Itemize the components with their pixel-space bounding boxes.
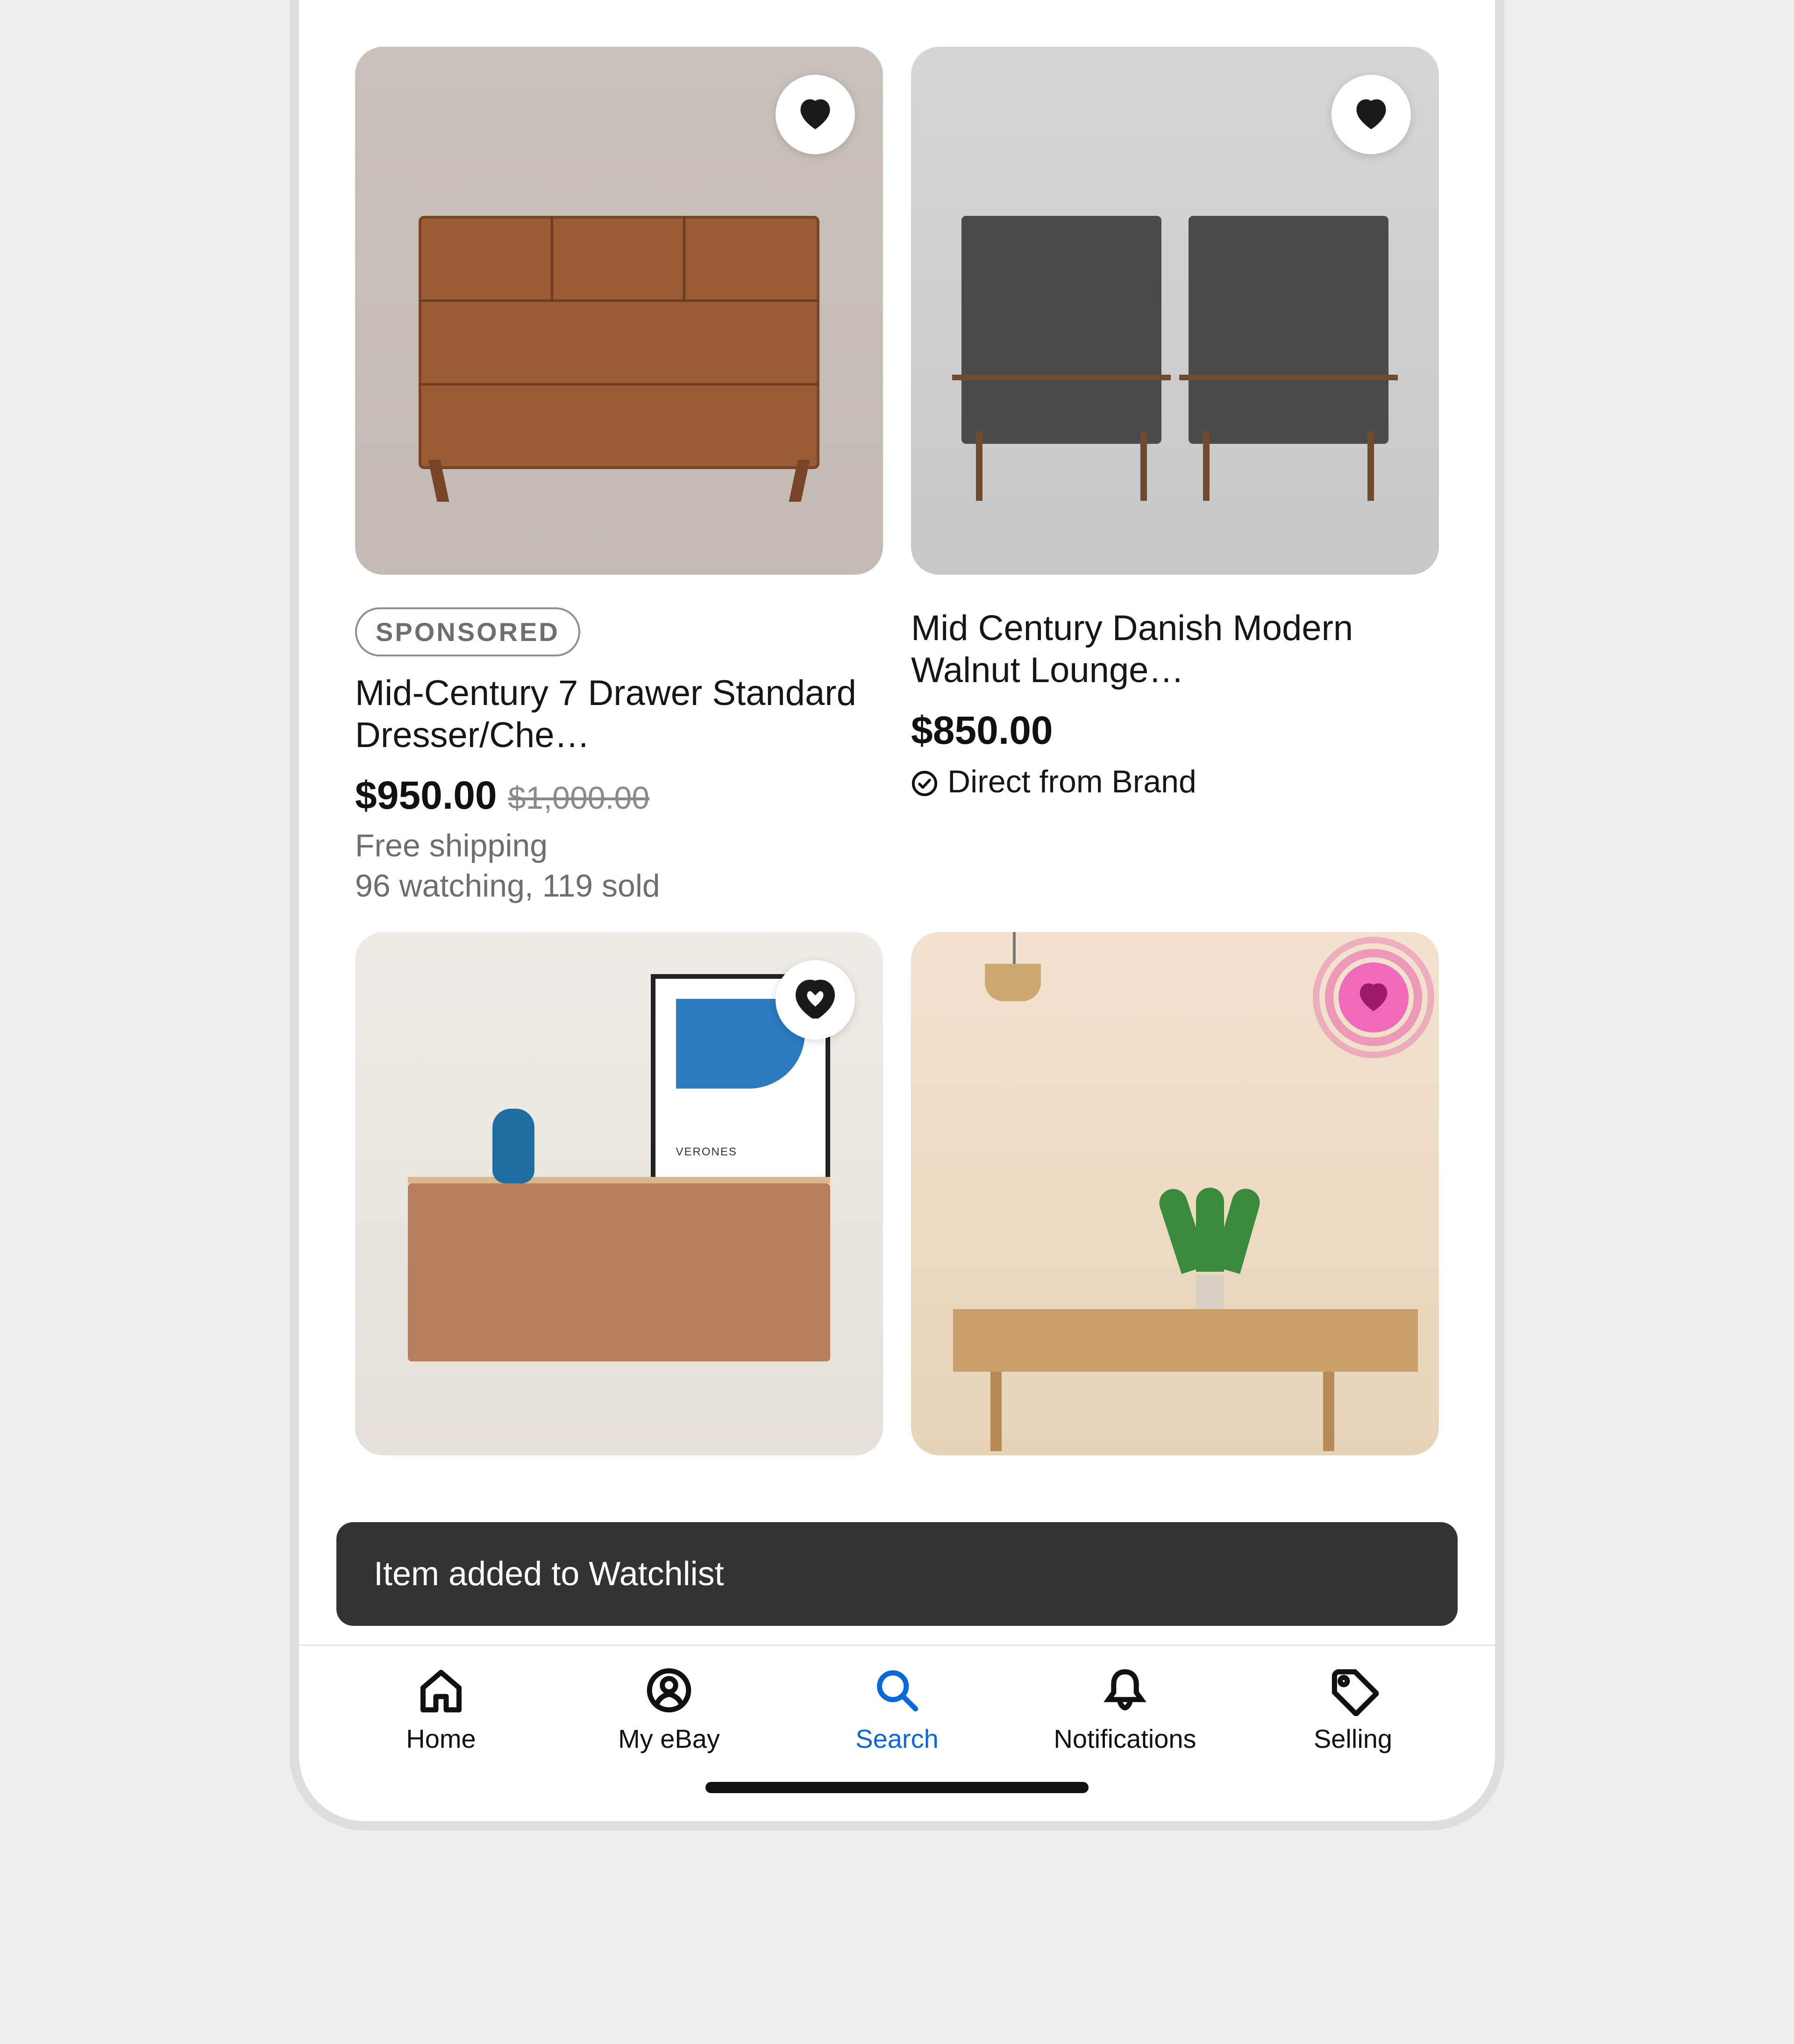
poster-caption: VERONES: [676, 1146, 805, 1159]
bell-icon: [1099, 1665, 1151, 1716]
check-circle-icon: [911, 768, 938, 795]
product-card[interactable]: SPONSORED Mid-Century 7 Drawer Standard …: [355, 47, 883, 904]
home-icon: [415, 1665, 467, 1716]
search-results: SPONSORED Mid-Century 7 Drawer Standard …: [299, 0, 1495, 1645]
product-image[interactable]: [355, 47, 883, 575]
toast-watchlist-added: Item added to Watchlist: [336, 1522, 1458, 1626]
heart-icon: [796, 979, 835, 1021]
user-circle-icon: [643, 1665, 695, 1716]
search-icon: [871, 1665, 923, 1716]
nav-label: Home: [406, 1724, 476, 1754]
product-image[interactable]: VERONES: [355, 932, 883, 1455]
tag-icon: [1327, 1665, 1379, 1716]
nav-label: Search: [855, 1724, 938, 1754]
nav-label: My eBay: [618, 1724, 720, 1754]
home-indicator: [705, 1782, 1089, 1793]
nav-label: Notifications: [1054, 1724, 1196, 1754]
favorite-button[interactable]: [1331, 75, 1411, 154]
toast-message: Item added to Watchlist: [374, 1555, 724, 1593]
nav-search[interactable]: Search: [783, 1665, 1011, 1754]
product-image[interactable]: [911, 47, 1439, 575]
favorite-button[interactable]: [776, 75, 855, 154]
phone-frame: SPONSORED Mid-Century 7 Drawer Standard …: [290, 0, 1504, 1830]
product-card[interactable]: [911, 932, 1439, 1455]
shipping-text: Free shipping: [355, 827, 883, 864]
product-card[interactable]: Mid Century Danish Modern Walnut Lounge……: [911, 47, 1439, 904]
watch-sold-stats: 96 watching, 119 sold: [355, 868, 883, 904]
nav-selling[interactable]: Selling: [1239, 1665, 1467, 1754]
product-title: Mid Century Danish Modern Walnut Lounge…: [911, 607, 1439, 691]
favorite-button-active[interactable]: [1313, 937, 1434, 1058]
direct-from-brand: Direct from Brand: [911, 763, 1439, 800]
product-price: $950.00: [355, 773, 497, 818]
favorite-button[interactable]: [776, 960, 855, 1040]
product-grid: SPONSORED Mid-Century 7 Drawer Standard …: [355, 47, 1439, 1455]
nav-label: Selling: [1314, 1724, 1392, 1754]
product-card[interactable]: VERONES: [355, 932, 883, 1455]
product-title: Mid-Century 7 Drawer Standard Dresser/Ch…: [355, 672, 883, 756]
nav-home[interactable]: Home: [327, 1665, 555, 1754]
product-price: $850.00: [911, 708, 1053, 753]
direct-from-brand-label: Direct from Brand: [947, 763, 1196, 800]
nav-my-ebay[interactable]: My eBay: [555, 1665, 783, 1754]
nav-notifications[interactable]: Notifications: [1011, 1665, 1239, 1754]
heart-icon: [1352, 94, 1391, 135]
sponsored-badge: SPONSORED: [355, 607, 580, 656]
product-original-price: $1,000.00: [508, 780, 650, 816]
bottom-nav: Home My eBay Search Notifications Sellin…: [299, 1645, 1495, 1759]
product-image[interactable]: [911, 932, 1439, 1455]
heart-icon: [1355, 978, 1392, 1017]
heart-icon: [796, 94, 835, 135]
